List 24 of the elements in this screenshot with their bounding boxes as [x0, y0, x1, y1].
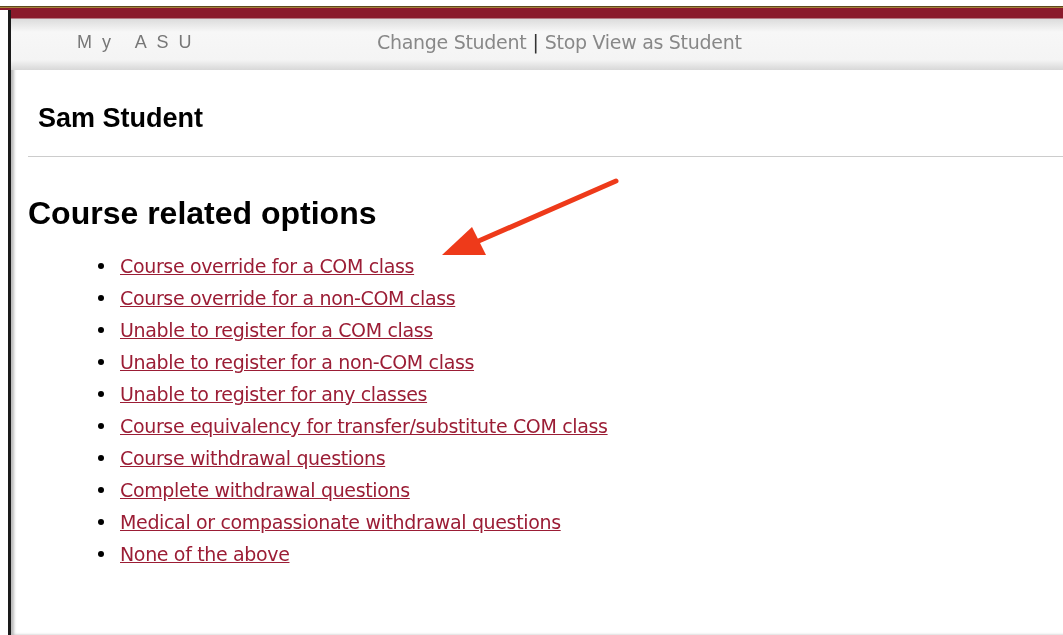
option-link[interactable]: Course withdrawal questions: [120, 447, 386, 469]
option-link[interactable]: Course equivalency for transfer/substitute COM class: [120, 415, 608, 437]
bullet: [98, 263, 104, 269]
site-logo[interactable]: My ASU: [77, 31, 377, 53]
option-link[interactable]: None of the above: [120, 543, 290, 565]
option-link[interactable]: Complete withdrawal questions: [120, 479, 410, 501]
separator: |: [532, 31, 539, 53]
option-link[interactable]: Course override for a COM class: [120, 255, 415, 277]
bullet: [98, 423, 104, 429]
bullet: [98, 519, 104, 525]
section-title: Course related options: [28, 195, 378, 232]
option-link[interactable]: Medical or compassionate withdrawal questions: [120, 511, 561, 533]
option-link[interactable]: Unable to register for a non-COM class: [120, 351, 475, 373]
bullet: [98, 487, 104, 493]
bullet: [98, 391, 104, 397]
bullet: [98, 359, 104, 365]
student-name: Sam Student: [38, 103, 205, 134]
option-link[interactable]: Course override for a non-COM class: [120, 287, 456, 309]
bullet: [98, 295, 104, 301]
option-link[interactable]: Unable to register for a COM class: [120, 319, 433, 341]
option-link[interactable]: Unable to register for any classes: [120, 383, 428, 405]
bullet: [98, 455, 104, 461]
bullet: [98, 327, 104, 333]
bullet: [98, 551, 104, 557]
